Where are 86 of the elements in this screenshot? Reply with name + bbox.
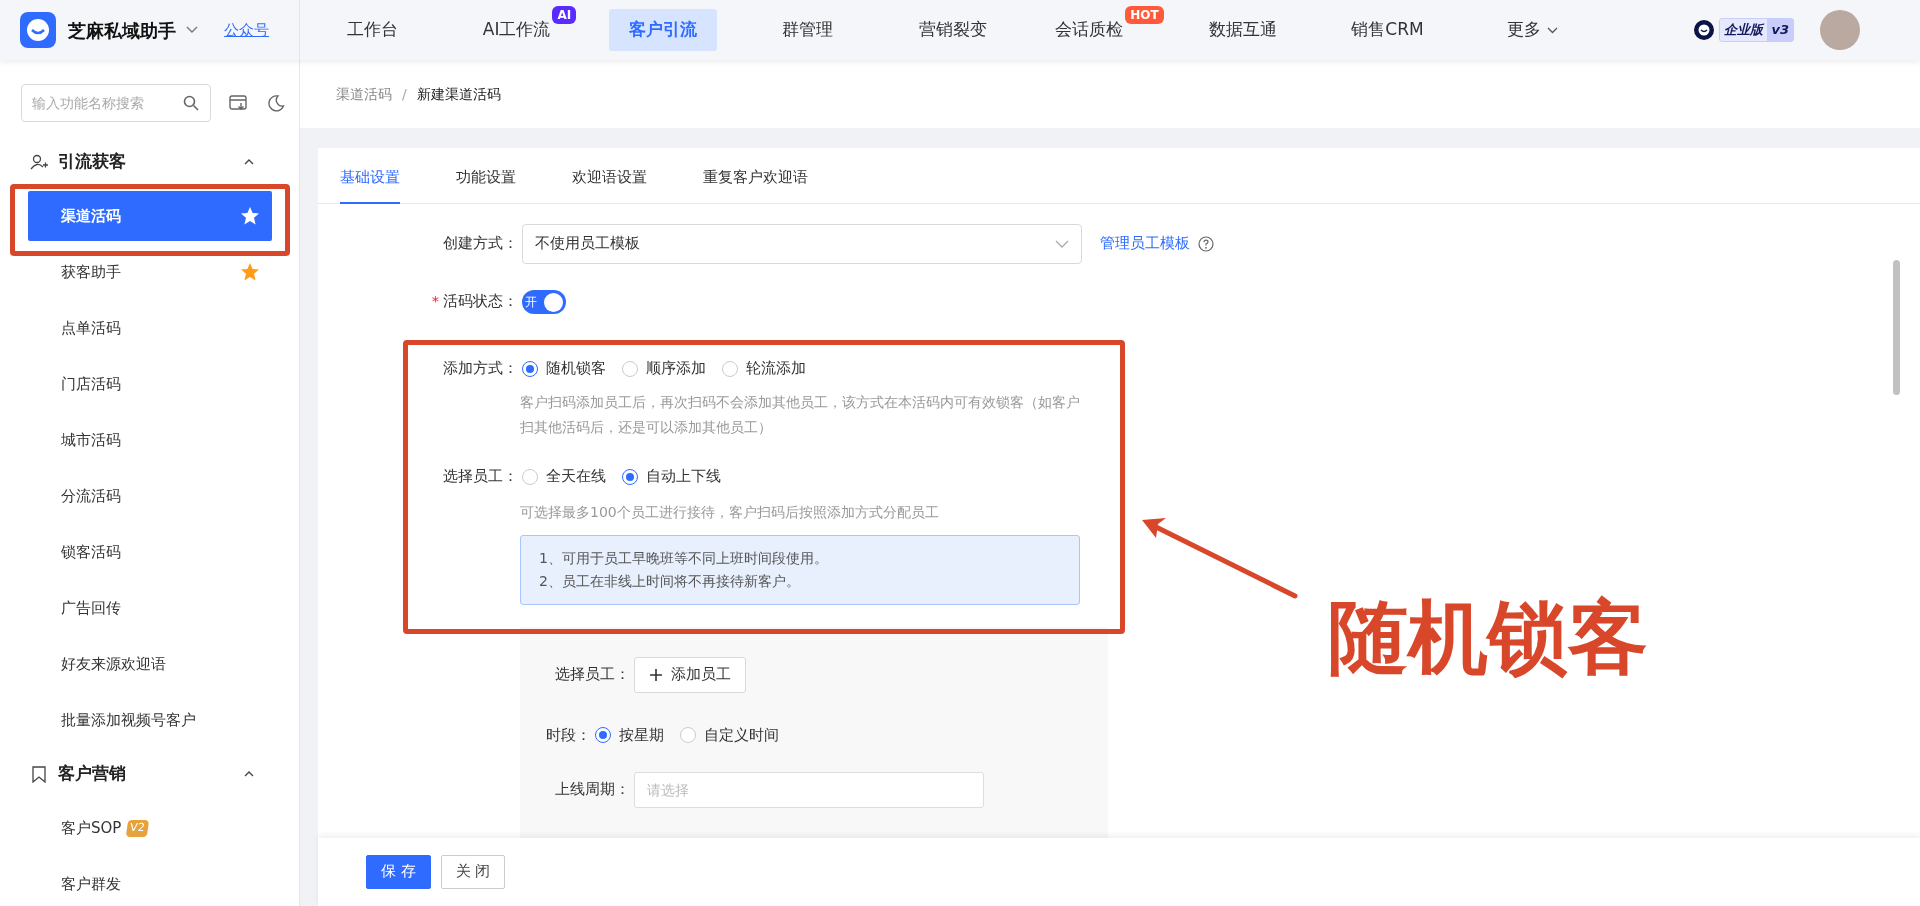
nav-tab[interactable]: 工作台 <box>327 9 418 51</box>
radio-button[interactable] <box>522 468 538 485</box>
sidebar-item[interactable]: 好友来源欢迎语 <box>28 636 272 692</box>
tab[interactable]: 功能设置 <box>456 152 516 204</box>
logo-icon <box>20 12 56 48</box>
note-text: 1、可用于员工早晚班等不同上班时间段使用。 <box>539 548 829 568</box>
add-staff-button[interactable]: 添加员工 <box>634 656 746 693</box>
star-icon[interactable] <box>240 206 260 226</box>
sidebar-item[interactable]: 客户群发 <box>28 856 272 906</box>
radio-button[interactable] <box>722 360 738 377</box>
radio-option[interactable]: 自定义时间 <box>680 724 779 747</box>
nav-tab[interactable]: AI工作流 <box>478 9 553 51</box>
nav-tab[interactable]: 营销裂变 <box>898 9 1007 51</box>
search-icon[interactable] <box>183 95 199 111</box>
app-name: 芝麻私域助手 <box>68 18 176 43</box>
edition-logo-icon <box>1693 19 1716 41</box>
field-label: 创建方式： <box>442 234 518 254</box>
nav-tab[interactable]: 数据互通 <box>1188 9 1297 51</box>
tab[interactable]: 基础设置 <box>340 152 400 204</box>
nav-tab[interactable]: 客户引流 <box>608 9 717 51</box>
nav-badge: AI <box>552 6 577 24</box>
chevron-up-icon[interactable] <box>243 158 255 166</box>
search-field[interactable]: 输入功能名称搜索 <box>21 84 211 122</box>
account-link[interactable]: 公众号 <box>224 18 269 42</box>
sidebar-item[interactable]: 城市活码 <box>28 412 272 468</box>
browser-download-icon[interactable] <box>229 94 247 112</box>
sidebar-item[interactable]: 获客助手 <box>28 244 272 300</box>
radio-option[interactable]: 全天在线 <box>522 465 606 488</box>
bookmark-icon <box>30 765 48 783</box>
plus-icon <box>649 667 663 682</box>
scrollbar-thumb[interactable] <box>1893 260 1900 395</box>
edition-badge: 企业版 v3 <box>1719 18 1794 42</box>
select-field[interactable]: 请选择 <box>634 772 984 809</box>
sidebar-item[interactable]: 渠道活码 <box>28 191 272 241</box>
help-text: 客户扫码添加员工后，再次扫码不会添加其他员工，该方式在本活码内可有效锁客（如客户扫其他活码后，还是可以添加其他员工） <box>520 392 1080 437</box>
sidebar-item[interactable]: 分流活码 <box>28 468 272 524</box>
nav-tab[interactable]: 更多 <box>1487 9 1578 51</box>
star-icon[interactable] <box>240 262 260 282</box>
field-label: 添加方式： <box>442 359 518 378</box>
radio-button[interactable] <box>680 727 696 744</box>
radio-option[interactable]: 顺序添加 <box>622 358 706 380</box>
radio-option[interactable]: 随机锁客 <box>522 358 606 380</box>
radio-option[interactable]: 轮流添加 <box>722 358 806 380</box>
breadcrumb-item: 新建渠道活码 <box>416 84 501 104</box>
nav-tab[interactable]: 会话质检 <box>1051 9 1126 51</box>
sidebar-item[interactable]: 客户SOP V2 <box>28 800 272 856</box>
add-user-icon <box>30 153 48 171</box>
field-label: 选择员工： <box>442 466 518 486</box>
nav-tab[interactable]: 群管理 <box>762 9 853 51</box>
help-icon[interactable] <box>1198 236 1214 252</box>
manage-template-link[interactable]: 管理员工模板 <box>1100 233 1190 255</box>
chevron-up-icon[interactable] <box>243 770 255 778</box>
field-label: 活码状态： <box>443 293 518 310</box>
tab[interactable]: 欢迎语设置 <box>572 152 647 204</box>
tab[interactable]: 重复客户欢迎语 <box>703 152 808 204</box>
close-button[interactable]: 关 闭 <box>440 855 506 889</box>
field-label: 选择员工： <box>554 664 630 684</box>
sidebar-item[interactable]: 广告回传 <box>28 580 272 636</box>
section-title[interactable]: 客户营销 <box>58 761 126 787</box>
required-mark: * <box>431 293 439 310</box>
version-badge: V2 <box>126 819 150 837</box>
chevron-down-icon <box>1055 240 1069 248</box>
radio-option[interactable]: 按星期 <box>595 724 664 747</box>
save-button[interactable]: 保 存 <box>366 855 431 889</box>
chevron-down-icon[interactable] <box>186 26 198 34</box>
radio-button[interactable] <box>522 360 538 377</box>
sidebar-item[interactable]: 门店活码 <box>28 356 272 412</box>
breadcrumb-item[interactable]: 渠道活码 <box>336 83 392 105</box>
nav-badge: HOT <box>1125 6 1164 24</box>
help-text: 可选择最多100个员工进行接待，客户扫码后按照添加方式分配员工 <box>520 502 940 522</box>
moon-icon[interactable] <box>267 94 285 112</box>
toggle-switch[interactable]: 开 <box>522 290 566 314</box>
note-text: 2、员工在非线上时间将不再接待新客户。 <box>539 571 801 591</box>
radio-button[interactable] <box>622 360 638 377</box>
sidebar-item[interactable]: 批量添加视频号客户 <box>28 692 272 748</box>
sidebar-item[interactable]: 点单活码 <box>28 300 272 356</box>
breadcrumb-separator: / <box>402 84 407 104</box>
sidebar-item[interactable]: 锁客活码 <box>28 524 272 580</box>
select-field[interactable]: 不使用员工模板 <box>522 224 1082 264</box>
radio-button[interactable] <box>595 727 611 744</box>
nav-tab[interactable]: 销售CRM <box>1331 9 1444 51</box>
radio-option[interactable]: 自动上下线 <box>622 465 721 488</box>
field-label: 时段： <box>546 725 591 745</box>
section-title[interactable]: 引流获客 <box>58 149 126 175</box>
radio-button[interactable] <box>622 468 638 485</box>
field-label: 上线周期： <box>554 780 630 800</box>
